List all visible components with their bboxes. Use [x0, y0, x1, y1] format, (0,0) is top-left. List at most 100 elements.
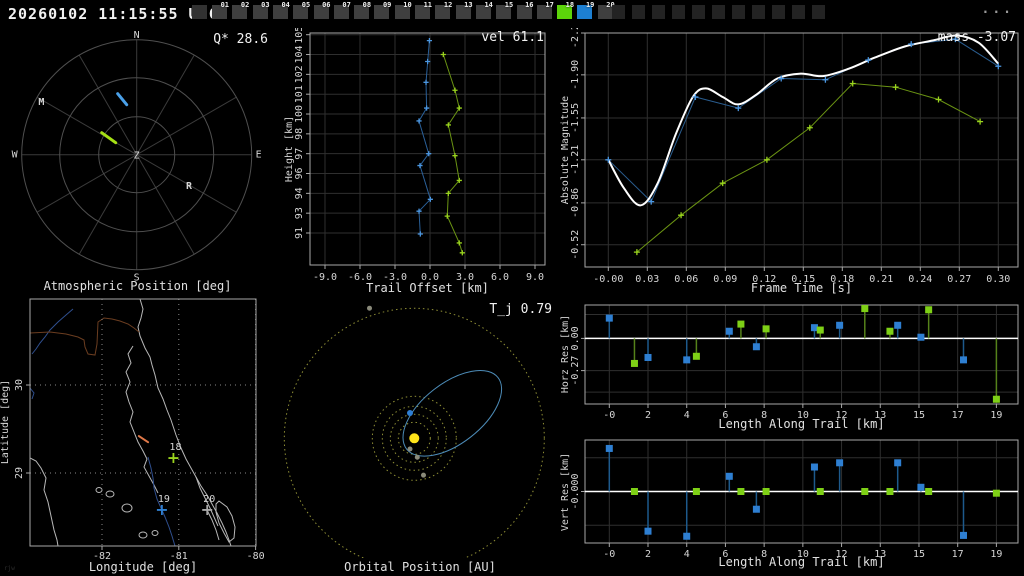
frame-thumb-20[interactable]: 20 [598, 5, 613, 19]
frame-thumb-blank[interactable] [812, 5, 825, 19]
atmospheric-position-plot: NSWEZMR [0, 28, 280, 296]
frame-number: 13 [464, 1, 472, 9]
frame-thumb-15[interactable]: 15 [496, 5, 511, 19]
panel-trail-offset: -9.0-6.0-3.00.03.06.09.01051041021011009… [280, 28, 560, 296]
frame-thumb-05[interactable]: 05 [293, 5, 308, 19]
svg-text:-1.55: -1.55 [570, 103, 581, 133]
planet-dot [421, 473, 426, 478]
frame-thumb-blank[interactable] [692, 5, 705, 19]
map-artwork [30, 299, 235, 546]
frame-number: 19 [586, 1, 594, 9]
planet-dot [367, 306, 372, 311]
trail-ylabel: Height [km] [284, 116, 295, 182]
svg-text:104: 104 [294, 45, 305, 63]
frame-thumb-07[interactable]: 07 [334, 5, 349, 19]
orbit-xlabel: Orbital Position [AU] [290, 560, 550, 574]
horz-res-xlabel: Length Along Trail [km] [585, 417, 1018, 431]
frame-number: 05 [302, 1, 310, 9]
data-point-marker [418, 231, 423, 236]
frame-number: 03 [261, 1, 269, 9]
svg-text:91: 91 [294, 227, 305, 239]
frame-thumb-blank[interactable] [672, 5, 685, 19]
vert-res-xlabel: Length Along Trail [km] [585, 555, 1018, 569]
frame-thumb-06[interactable]: 06 [314, 5, 329, 19]
frame-thumb-19[interactable]: 19 [577, 5, 592, 19]
station-19-line [419, 41, 430, 234]
mag-ylabel: Absolute Magnitude [560, 96, 571, 204]
frame-thumb-17[interactable]: 17 [537, 5, 552, 19]
tisserand-value: T_j 0.79 [489, 302, 552, 317]
frame-thumb-08[interactable]: 08 [354, 5, 369, 19]
frame-thumb-blank[interactable] [772, 5, 785, 19]
station-marker-18: 18 [168, 442, 181, 463]
frame-thumb-09[interactable]: 09 [374, 5, 389, 19]
panel-map: 181920-82-81-803029Latitude [deg] Longit… [0, 296, 280, 576]
frame-thumb-blank[interactable] [712, 5, 725, 19]
svg-text:100: 100 [294, 105, 305, 123]
frame-thumb-blank[interactable] [732, 5, 745, 19]
frame-number: 15 [505, 1, 513, 9]
watermark: rjw [4, 565, 15, 572]
sun-dot [409, 433, 419, 443]
frame-thumb-11[interactable]: 11 [415, 5, 430, 19]
frame-number: 08 [363, 1, 371, 9]
mag-ticks: -0.000.030.060.090.120.150.180.210.240.2… [570, 28, 1010, 285]
svg-text:94: 94 [294, 187, 305, 199]
frame-thumb-18[interactable]: 18 [557, 5, 572, 19]
frame-thumb-13[interactable]: 13 [456, 5, 471, 19]
frame-thumb-04[interactable]: 04 [273, 5, 288, 19]
svg-text:19: 19 [158, 494, 170, 505]
data-point-marker [460, 250, 465, 255]
frame-thumb-blank[interactable] [612, 5, 625, 19]
plot-frame [585, 33, 1018, 267]
data-point-marker [446, 122, 451, 127]
ground-track-streak [139, 436, 148, 442]
planet-dot [407, 446, 412, 451]
svg-text:E: E [256, 150, 262, 161]
svg-text:-0.000: -0.000 [570, 473, 581, 509]
panel-atmospheric-position: NSWEZMR Q* 28.6 Atmospheric Position [de… [0, 28, 280, 296]
frame-thumb-03[interactable]: 03 [253, 5, 268, 19]
panel-magnitude: -0.000.030.060.090.120.150.180.210.240.2… [560, 28, 1024, 296]
velocity-value: vel 61.1 [481, 30, 544, 45]
frame-number: 04 [281, 1, 289, 9]
frame-thumb-12[interactable]: 12 [435, 5, 450, 19]
svg-text:-1.21: -1.21 [570, 145, 581, 175]
svg-text:-0.52: -0.52 [570, 230, 581, 260]
frame-thumb-blank[interactable] [792, 5, 805, 19]
station-18-line [637, 84, 980, 253]
svg-text:-0.86: -0.86 [570, 188, 581, 218]
residuals-plot: -024681012131517190.00-0.27Horz Res [km]… [560, 296, 1024, 576]
frame-thumb-blank[interactable] [192, 5, 207, 19]
trail-xlabel: Trail Offset [km] [310, 281, 545, 295]
frame-thumb-blank[interactable] [632, 5, 645, 19]
magnitude-plot: -0.000.030.060.090.120.150.180.210.240.2… [560, 28, 1024, 296]
frame-thumb-16[interactable]: 16 [517, 5, 532, 19]
atmos-xlabel: Atmospheric Position [deg] [20, 279, 255, 293]
frame-thumb-blank[interactable] [652, 5, 665, 19]
frame-thumb-blank[interactable] [752, 5, 765, 19]
frame-number: 11 [424, 1, 432, 9]
frame-19-streak [118, 94, 127, 105]
overflow-menu[interactable]: ... [982, 2, 1014, 17]
svg-text:-0.27: -0.27 [570, 356, 581, 386]
data-point-marker [457, 240, 462, 245]
data-point-marker [457, 105, 462, 110]
mag-xlabel: Frame Time [s] [585, 281, 1018, 295]
svg-text:-2.24: -2.24 [570, 28, 581, 48]
data-point-marker [936, 96, 942, 102]
data-point-marker [424, 105, 429, 110]
frame-thumb-14[interactable]: 14 [476, 5, 491, 19]
frame-thumb-10[interactable]: 10 [395, 5, 410, 19]
frame-thumb-01[interactable]: 01 [212, 5, 227, 19]
map-grid [30, 299, 256, 546]
data-point-marker [425, 59, 430, 64]
frame-thumb-02[interactable]: 02 [232, 5, 247, 19]
mass-value: mass -3.07 [938, 30, 1016, 45]
frame-number: 12 [444, 1, 452, 9]
svg-text:98: 98 [294, 128, 305, 140]
frame-thumbnail-strip: 0102030405060708091011121314151617181920 [0, 0, 1024, 28]
frame-number: 14 [484, 1, 492, 9]
svg-text:102: 102 [294, 65, 305, 83]
svg-text:N: N [134, 30, 140, 41]
